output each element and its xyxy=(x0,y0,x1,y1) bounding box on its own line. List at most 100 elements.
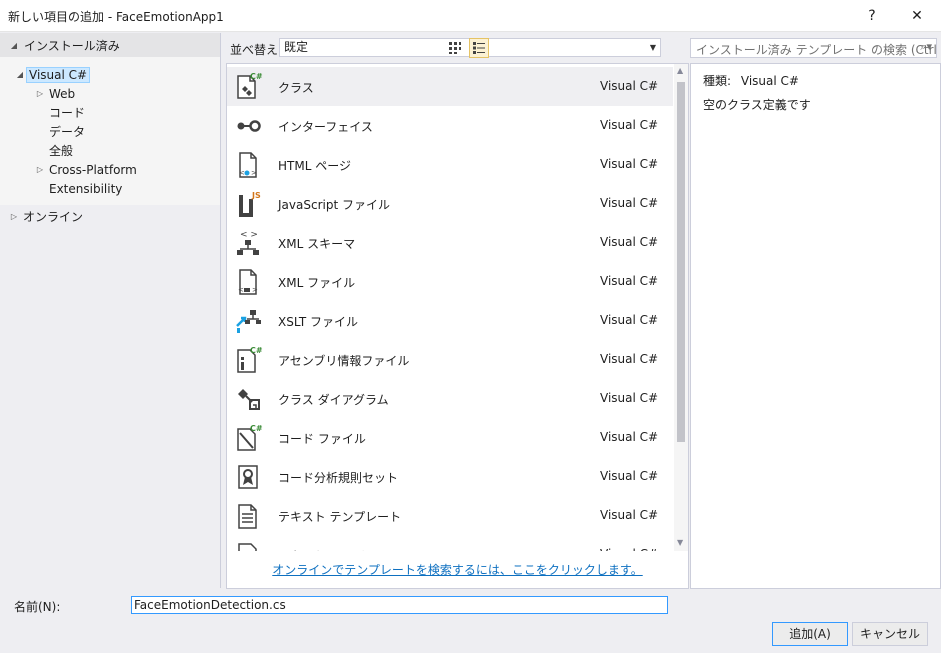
template-name: コード ファイル xyxy=(278,432,366,446)
template-detail-panel: 種類: Visual C# 空のクラス定義です xyxy=(690,63,941,589)
template-name: JavaScript ファイル xyxy=(278,198,390,212)
svg-text:<: < xyxy=(239,169,245,177)
tree-item[interactable]: データ xyxy=(34,122,88,141)
template-language: Visual C# xyxy=(600,196,659,210)
grid-view-icon xyxy=(449,42,461,54)
list-view-button[interactable] xyxy=(469,38,489,58)
interface-icon xyxy=(233,111,263,141)
title-bar: 新しい項目の追加 - FaceEmotionApp1 ? ✕ xyxy=(0,0,941,32)
list-view-icon xyxy=(473,42,485,54)
tree-item[interactable]: Extensibility xyxy=(34,179,125,198)
search-icon: ⌕▾ xyxy=(920,40,932,53)
template-name: コード分析規則セット xyxy=(278,471,399,485)
template-name: XML ファイル xyxy=(278,276,356,290)
template-search-input[interactable]: インストール済み テンプレート の検索 (Ctrl+E ⌕▾ xyxy=(690,38,937,58)
template-item[interactable]: インターフェイス Visual C# xyxy=(227,106,673,145)
template-item[interactable]: クラス ダイアグラム Visual C# xyxy=(227,379,673,418)
tree-item-label: コード xyxy=(49,106,86,120)
template-language: Visual C# xyxy=(600,352,659,366)
svg-text:< >: < > xyxy=(240,230,258,240)
class-diagram-icon xyxy=(233,384,263,414)
code-file-icon: C# xyxy=(233,423,263,453)
tree-item[interactable]: 全般 xyxy=(34,141,76,160)
file-name-input[interactable]: FaceEmotionDetection.cs xyxy=(131,596,668,614)
tree-item-label: データ xyxy=(49,125,86,139)
template-item[interactable]: コード分析規則セット Visual C# xyxy=(227,457,673,496)
template-item[interactable]: C# アセンブリ情報ファイル Visual C# xyxy=(227,340,673,379)
scrollbar-thumb[interactable] xyxy=(677,82,685,442)
template-item[interactable]: < > XML ファイル Visual C# xyxy=(227,262,673,301)
bottom-bar: 名前(N): FaceEmotionDetection.cs 追加(A) キャン… xyxy=(0,589,941,653)
svg-text:C#: C# xyxy=(250,424,263,433)
add-button[interactable]: 追加(A) xyxy=(772,622,848,646)
collapse-triangle-icon[interactable]: ◢ xyxy=(14,70,26,79)
template-item[interactable]: < > XML スキーマ Visual C# xyxy=(227,223,673,262)
tree-item-label: Extensibility xyxy=(49,181,123,196)
template-name: XSLT ファイル xyxy=(278,315,359,329)
expand-triangle-icon[interactable]: ▷ xyxy=(34,165,46,174)
template-language: Visual C# xyxy=(600,79,659,93)
online-search-link[interactable]: オンラインでテンプレートを検索するには、ここをクリックします。 xyxy=(227,561,688,578)
svg-text:<: < xyxy=(238,286,244,294)
template-item[interactable]: XSLT ファイル Visual C# xyxy=(227,301,673,340)
template-item[interactable]: JS JavaScript ファイル Visual C# xyxy=(227,184,673,223)
scroll-up-icon[interactable]: ▲ xyxy=(677,66,683,75)
tree-item-online[interactable]: ▷ オンライン xyxy=(8,207,86,226)
tree-item[interactable]: コード xyxy=(34,103,88,122)
template-language: Visual C# xyxy=(600,391,659,405)
template-item[interactable]: C# クラス Visual C# xyxy=(227,67,673,106)
ruleset-icon xyxy=(233,462,263,492)
template-name: XML スキーマ xyxy=(278,237,356,251)
text-template-icon xyxy=(233,501,263,531)
template-language: Visual C# xyxy=(600,430,659,444)
online-section: ▷ オンライン xyxy=(0,205,220,588)
tree-item[interactable]: ▷ Web xyxy=(34,84,78,103)
template-list: C# クラス Visual C# インターフェイス Visual C# < > HTML ペー… xyxy=(227,64,673,551)
xml-file-icon: < > xyxy=(233,267,263,297)
tree-item[interactable]: ◢ Visual C# xyxy=(14,65,91,84)
template-name: クラス xyxy=(278,81,314,95)
expand-triangle-icon[interactable]: ▷ xyxy=(34,89,46,98)
template-name: クラス ダイアグラム xyxy=(278,393,389,407)
template-name: アセンブリ情報ファイル xyxy=(278,354,410,368)
template-language: Visual C# xyxy=(600,157,659,171)
template-language: Visual C# xyxy=(600,118,659,132)
template-list-panel: C# クラス Visual C# インターフェイス Visual C# < > HTML ペー… xyxy=(226,63,689,589)
svg-text:C#: C# xyxy=(250,72,263,81)
installed-header[interactable]: ◢ インストール済み xyxy=(0,33,220,57)
xslt-file-icon xyxy=(233,306,263,336)
category-panel: ◢ インストール済み ◢ Visual C# ▷ Web コードデータ全般 ▷ Cross-… xyxy=(0,33,221,588)
template-language: Visual C# xyxy=(600,469,659,483)
svg-text:JS: JS xyxy=(251,191,261,200)
window-title: 新しい項目の追加 - FaceEmotionApp1 xyxy=(8,10,224,24)
close-button[interactable]: ✕ xyxy=(907,6,927,26)
class-icon: C# xyxy=(233,72,263,102)
template-name: インターフェイス xyxy=(278,120,373,134)
toolbar: 並べ替え: 既定 ▼ インストール済み テンプレート の検索 (Ctrl+E ⌕… xyxy=(222,33,941,63)
template-item[interactable]: テキスト テンプレート Visual C# xyxy=(227,496,673,535)
template-language: Visual C# xyxy=(600,235,659,249)
small-icons-view-button[interactable] xyxy=(445,38,465,58)
template-language: Visual C# xyxy=(600,508,659,522)
sort-value: 既定 xyxy=(284,40,309,54)
template-item[interactable]: C# コード ファイル Visual C# xyxy=(227,418,673,457)
template-language: Visual C# xyxy=(600,274,659,288)
installed-label: インストール済み xyxy=(24,38,120,53)
svg-text:>: > xyxy=(252,286,258,294)
help-button[interactable]: ? xyxy=(862,6,882,26)
sort-label: 並べ替え: xyxy=(230,43,283,57)
template-item[interactable]: < > HTML ページ Visual C# xyxy=(227,145,673,184)
template-language: Visual C# xyxy=(600,547,658,551)
search-placeholder: インストール済み テンプレート の検索 (Ctrl+E xyxy=(696,43,937,57)
svg-text:>: > xyxy=(251,169,257,177)
kind-label: 種類: xyxy=(703,74,732,88)
tree-item[interactable]: ▷ Cross-Platform xyxy=(34,160,140,179)
template-description: 空のクラス定義です xyxy=(703,98,811,112)
template-list-scrollbar[interactable]: ▲ ▼ xyxy=(674,64,688,551)
expand-triangle-icon: ▷ xyxy=(10,212,18,221)
cancel-button[interactable]: キャンセル xyxy=(852,622,928,646)
template-item[interactable]: テキスト ファイル Visual C# xyxy=(227,535,673,551)
tree-item-label: 全般 xyxy=(49,144,74,158)
template-language: Visual C# xyxy=(600,313,659,327)
scroll-down-icon[interactable]: ▼ xyxy=(677,538,683,547)
